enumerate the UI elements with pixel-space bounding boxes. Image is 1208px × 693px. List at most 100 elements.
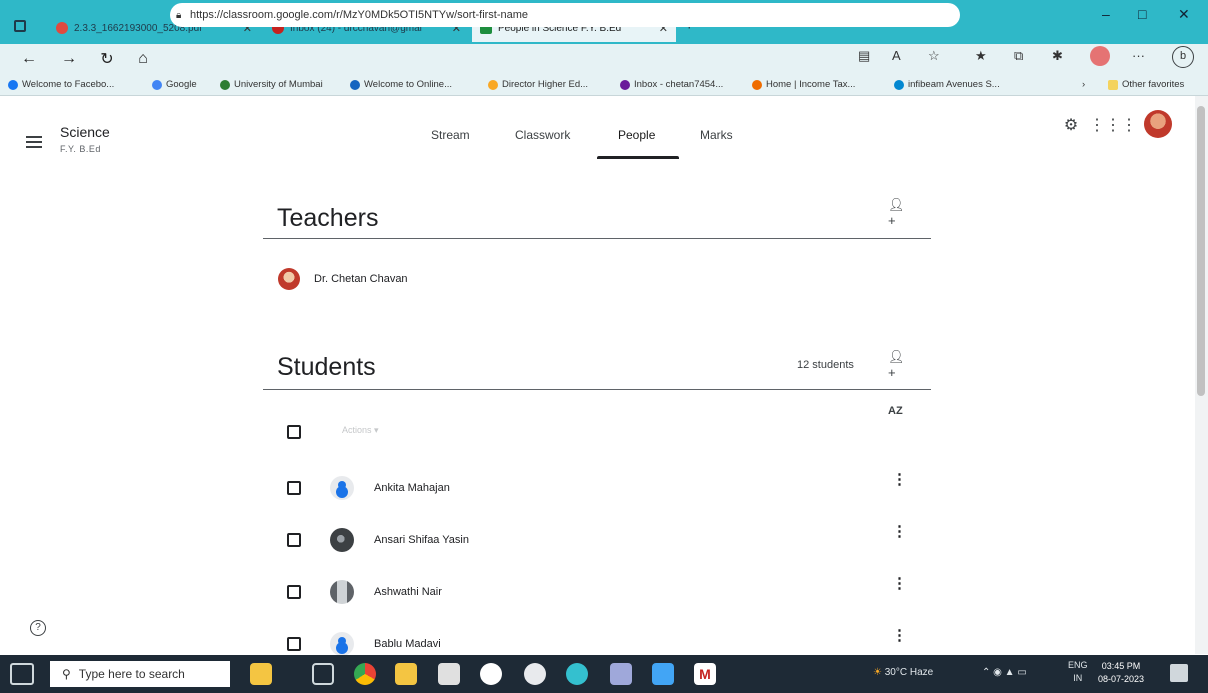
student-name: Ashwathi Nair xyxy=(374,586,442,598)
bookmarks-bar: Welcome to Facebo... Google University o… xyxy=(0,74,1208,96)
settings-gear-icon[interactable]: ⚙︎ xyxy=(1060,114,1082,136)
page-scrollbar[interactable] xyxy=(1195,96,1208,654)
bookmark-item[interactable]: University of Mumbai xyxy=(220,79,323,90)
weather-widget[interactable]: ☀︎ 30°C Haze xyxy=(873,667,933,678)
bookmarks-overflow-icon[interactable]: › xyxy=(1082,79,1085,90)
language-indicator[interactable]: ENG IN xyxy=(1068,659,1088,685)
language-region: IN xyxy=(1073,673,1083,683)
bookmark-item[interactable]: Google xyxy=(152,79,197,90)
invite-teacher-icon[interactable]: 👤︎+ xyxy=(888,197,908,228)
favorites-icon[interactable]: ★ xyxy=(975,48,987,64)
notification-icon[interactable] xyxy=(1170,664,1188,682)
read-aloud-icon[interactable]: ▤ xyxy=(858,48,870,64)
folder-icon xyxy=(1108,79,1118,90)
teachers-heading: Teachers xyxy=(277,204,379,232)
start-button[interactable] xyxy=(10,663,34,685)
chrome-icon[interactable] xyxy=(354,663,376,685)
students-divider xyxy=(263,389,931,390)
bookmark-item[interactable]: Inbox - chetan7454... xyxy=(620,79,723,90)
app-icon[interactable] xyxy=(610,663,632,685)
bookmark-item[interactable]: Welcome to Facebo... xyxy=(8,79,114,90)
lock-icon: 🔒︎ xyxy=(176,9,182,21)
student-checkbox[interactable] xyxy=(287,481,301,495)
maximize-icon[interactable]: □ xyxy=(1138,6,1146,22)
close-window-icon[interactable]: ✕ xyxy=(1178,6,1190,23)
collections-icon[interactable]: ⧉ xyxy=(1014,48,1023,64)
income-tax-icon xyxy=(752,79,762,90)
windows-taskbar: ⚲ Type here to search M ☀︎ 30°C Haze ⌃ ◉… xyxy=(0,655,1208,693)
student-more-options-icon[interactable]: ⋮ xyxy=(892,524,907,539)
help-icon[interactable]: ? xyxy=(30,620,46,636)
widget-icon[interactable] xyxy=(250,663,272,685)
student-name: Bablu Madavi xyxy=(374,638,441,650)
main-menu-icon[interactable] xyxy=(26,136,42,148)
system-tray-icons[interactable]: ⌃ ◉ ▲ ▭ xyxy=(982,667,1027,678)
task-view-icon[interactable] xyxy=(312,663,334,685)
immersive-reader-icon[interactable]: A xyxy=(892,48,901,63)
sun-icon: ☀︎ xyxy=(873,667,882,678)
bing-icon[interactable]: b xyxy=(1172,46,1194,68)
tab-actions-icon[interactable] xyxy=(14,20,26,32)
refresh-icon[interactable]: ↻ xyxy=(94,49,120,69)
language-text: ENG xyxy=(1068,660,1088,670)
class-name[interactable]: Science xyxy=(60,124,110,140)
teachers-divider xyxy=(263,238,931,239)
tab-stream[interactable]: Stream xyxy=(431,128,470,142)
other-favorites[interactable]: Other favorites xyxy=(1108,79,1184,90)
tab-people[interactable]: People xyxy=(618,128,655,142)
bookmark-item[interactable]: infibeam Avenues S... xyxy=(894,79,1000,90)
apps-grid-icon[interactable]: ⋮⋮⋮ xyxy=(1089,114,1137,136)
edge-icon[interactable] xyxy=(566,663,588,685)
student-name: Ansari Shifaa Yasin xyxy=(374,534,469,546)
student-more-options-icon[interactable]: ⋮ xyxy=(892,628,907,643)
back-icon[interactable]: ← xyxy=(16,50,42,68)
more-options-icon[interactable]: ··· xyxy=(1132,48,1145,63)
minimize-icon[interactable]: – xyxy=(1102,6,1110,22)
home-icon[interactable]: ⌂ xyxy=(130,50,156,68)
account-avatar[interactable] xyxy=(1144,110,1172,138)
taskbar-clock[interactable]: 03:45 PM 08-07-2023 xyxy=(1098,660,1144,686)
class-section: F.Y. B.Ed xyxy=(60,144,101,154)
student-avatar xyxy=(330,528,354,552)
app-icon[interactable] xyxy=(652,663,674,685)
extensions-icon[interactable]: ✱ xyxy=(1052,48,1063,64)
invite-student-icon[interactable]: 👤︎+ xyxy=(888,349,908,380)
student-avatar xyxy=(330,476,354,500)
director-icon xyxy=(488,79,498,90)
bookmark-item[interactable]: Home | Income Tax... xyxy=(752,79,855,90)
active-tab-indicator xyxy=(597,156,679,159)
actions-dropdown[interactable]: Actions ▾ xyxy=(342,425,379,436)
scrollbar-thumb[interactable] xyxy=(1197,106,1205,396)
forward-icon[interactable]: → xyxy=(56,50,82,68)
clock-date: 08-07-2023 xyxy=(1098,674,1145,684)
pdf-icon xyxy=(56,22,68,34)
store-icon[interactable] xyxy=(438,663,460,685)
classroom-header: Science F.Y. B.Ed Stream Classwork Peopl… xyxy=(0,96,1195,166)
profile-icon[interactable] xyxy=(1090,46,1110,66)
select-all-checkbox[interactable] xyxy=(287,425,301,439)
student-checkbox[interactable] xyxy=(287,533,301,547)
url-text: https://classroom.google.com/r/MzY0MDk5O… xyxy=(190,9,529,21)
url-field[interactable]: 🔒︎ https://classroom.google.com/r/MzY0MD… xyxy=(170,3,960,27)
gmail-taskbar-icon[interactable]: M xyxy=(694,663,716,685)
google-icon xyxy=(152,79,162,90)
student-name: Ankita Mahajan xyxy=(374,482,450,494)
sort-az-icon[interactable]: AZ xyxy=(888,405,903,417)
tab-classwork[interactable]: Classwork xyxy=(515,128,570,142)
taskbar-search[interactable]: ⚲ Type here to search xyxy=(50,661,230,687)
favorite-star-icon[interactable]: ☆ xyxy=(928,48,940,64)
students-count: 12 students xyxy=(797,359,854,371)
tab-marks[interactable]: Marks xyxy=(700,128,733,142)
bookmark-item[interactable]: Welcome to Online... xyxy=(350,79,452,90)
student-checkbox[interactable] xyxy=(287,637,301,651)
bookmark-item[interactable]: Director Higher Ed... xyxy=(488,79,588,90)
student-checkbox[interactable] xyxy=(287,585,301,599)
student-more-options-icon[interactable]: ⋮ xyxy=(892,576,907,591)
app-icon[interactable] xyxy=(524,663,546,685)
weather-text: 30°C Haze xyxy=(884,667,934,678)
app-icon[interactable] xyxy=(480,663,502,685)
teacher-row[interactable]: Dr. Chetan Chavan xyxy=(278,268,408,290)
file-explorer-icon[interactable] xyxy=(395,663,417,685)
student-more-options-icon[interactable]: ⋮ xyxy=(892,472,907,487)
teacher-name: Dr. Chetan Chavan xyxy=(314,273,408,285)
